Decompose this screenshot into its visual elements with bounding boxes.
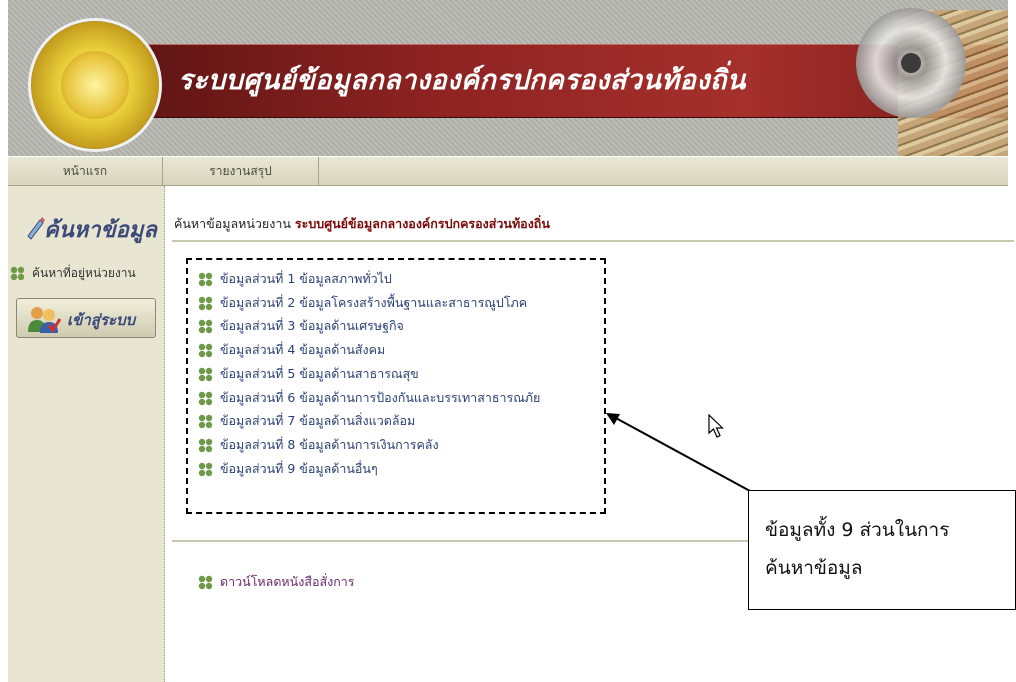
annotation-line-2: ค้นหาข้อมูล — [765, 557, 863, 579]
data-section-link-5[interactable]: ข้อมูลส่วนที่ 5 ข้อมูลด้านสาธารณสุข — [198, 364, 419, 384]
bullet-icon — [10, 266, 25, 281]
users-login-icon — [28, 307, 61, 333]
annotation-line-1: ข้อมูลทั้ง 9 ส่วนในการ — [765, 519, 950, 541]
pen-icon — [27, 217, 45, 240]
annotation-arrow — [606, 413, 751, 492]
header-system-name: ระบบศูนย์ข้อมูลกลางองค์กรปกครองส่วนท้องถ… — [294, 216, 550, 231]
data-section-label: ข้อมูลส่วนที่ 8 ข้อมูลด้านการเงินการคลัง — [220, 436, 439, 452]
data-section-link-7[interactable]: ข้อมูลส่วนที่ 7 ข้อมูลด้านสิ่งแวดล้อม — [198, 411, 415, 431]
data-section-label: ข้อมูลส่วนที่ 5 ข้อมูลด้านสาธารณสุข — [220, 365, 419, 381]
header-prefix: ค้นหาข้อมูลหน่วยงาน — [174, 216, 291, 231]
login-button[interactable]: เข้าสู่ระบบ — [16, 298, 156, 338]
header-banner: ระบบศูนย์ข้อมูลกลางองค์กรปกครองส่วนท้องถ… — [8, 0, 1008, 156]
top-nav: หน้าแรก รายงานสรุป — [8, 156, 1008, 186]
data-section-label: ข้อมูลส่วนที่ 4 ข้อมูลด้านสังคม — [220, 342, 386, 358]
data-section-link-4[interactable]: ข้อมูลส่วนที่ 4 ข้อมูลด้านสังคม — [198, 340, 385, 360]
data-section-link-6[interactable]: ข้อมูลส่วนที่ 6 ข้อมูลด้านการป้องกันและบ… — [198, 388, 540, 408]
data-section-link-3[interactable]: ข้อมูลส่วนที่ 3 ข้อมูลด้านเศรษฐกิจ — [198, 316, 404, 336]
department-seal-logo — [28, 18, 162, 152]
search-address-label: ค้นหาที่อยู่หน่วยงาน — [32, 266, 136, 280]
annotation-callout: ข้อมูลทั้ง 9 ส่วนในการ ค้นหาข้อมูล — [748, 490, 1016, 610]
bullet-icon — [198, 320, 213, 334]
data-section-link-9[interactable]: ข้อมูลส่วนที่ 9 ข้อมูลด้านอื่นๆ — [198, 459, 378, 479]
login-label: เข้าสู่ระบบ — [67, 311, 136, 329]
seal-emblem-icon — [61, 51, 129, 119]
bullet-icon — [198, 575, 213, 590]
cd-hole — [901, 53, 921, 73]
data-section-label: ข้อมูลส่วนที่ 7 ข้อมูลด้านสิ่งแวดล้อม — [220, 413, 416, 429]
bullet-icon — [198, 272, 213, 287]
data-section-label: ข้อมูลส่วนที่ 6 ข้อมูลด้านการป้องกันและบ… — [220, 389, 541, 405]
download-orders-link[interactable]: ดาวน์โหลดหนังสือสั่งการ — [198, 572, 355, 592]
data-section-link-2[interactable]: ข้อมูลส่วนที่ 2 ข้อมูลโครงสร้างพื้นฐานแล… — [198, 293, 527, 313]
data-section-label: ข้อมูลส่วนที่ 9 ข้อมูลด้านอื่นๆ — [220, 460, 378, 476]
bullet-icon — [198, 343, 213, 358]
download-orders-label: ดาวน์โหลดหนังสือสั่งการ — [220, 574, 355, 589]
data-section-label: ข้อมูลส่วนที่ 3 ข้อมูลด้านเศรษฐกิจ — [220, 318, 404, 334]
data-section-label: ข้อมูลส่วนที่ 2 ข้อมูลโครงสร้างพื้นฐานแล… — [220, 294, 528, 310]
nav-summary-report[interactable]: รายงานสรุป — [163, 157, 319, 185]
bullet-icon — [198, 296, 213, 310]
search-address-link[interactable]: ค้นหาที่อยู่หน่วยงาน — [10, 264, 136, 283]
data-section-link-8[interactable]: ข้อมูลส่วนที่ 8 ข้อมูลด้านการเงินการคลัง — [198, 435, 439, 455]
data-section-label: ข้อมูลส่วนที่ 1 ข้อมูลสภาพทั่วไป — [220, 271, 392, 286]
site-title: ระบบศูนย์ข้อมูลกลางองค์กรปกครองส่วนท้องถ… — [178, 65, 746, 96]
nav-home[interactable]: หน้าแรก — [8, 157, 163, 185]
search-data-title: ค้นหาข้อมูล — [44, 218, 157, 243]
content-breadcrumb: ค้นหาข้อมูลหน่วยงาน ระบบศูนย์ข้อมูลกลางอ… — [174, 214, 550, 234]
data-section-link-1[interactable]: ข้อมูลส่วนที่ 1 ข้อมูลสภาพทั่วไป — [198, 269, 392, 289]
bullet-icon — [198, 391, 213, 405]
sidebar: ค้นหาข้อมูล ค้นหาที่อยู่หน่วยงาน เข้าสู่… — [8, 186, 165, 682]
divider-top — [172, 240, 1014, 242]
bullet-icon — [198, 462, 213, 476]
bullet-icon — [198, 367, 213, 381]
mouse-cursor-icon — [708, 414, 724, 438]
bullet-icon — [198, 414, 213, 429]
bullet-icon — [198, 438, 213, 453]
